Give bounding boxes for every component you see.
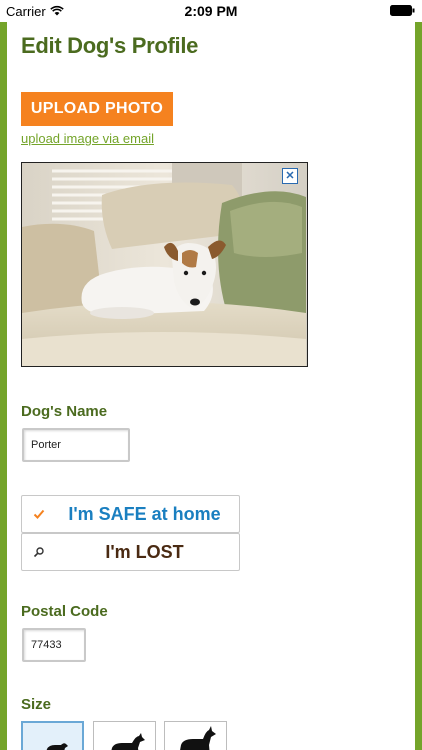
small-dog-icon xyxy=(46,743,68,750)
dog-name-label: Dog's Name xyxy=(21,403,108,420)
lost-label: I'm LOST xyxy=(105,541,184,562)
upload-photo-button[interactable]: UPLOAD PHOTO xyxy=(21,92,173,126)
checkmark-icon xyxy=(33,509,45,519)
dog-photo-image xyxy=(22,163,307,366)
dog-photo: ✕ xyxy=(21,162,308,367)
right-border xyxy=(415,0,422,750)
size-medium-option[interactable] xyxy=(93,721,156,750)
app-screen: Carrier 2:09 PM Edit Dog's Profile UPLOA… xyxy=(0,0,422,750)
left-border xyxy=(0,0,7,750)
lost-option[interactable]: I'm LOST xyxy=(21,533,240,571)
page-title: Edit Dog's Profile xyxy=(21,33,199,58)
clock-label: 2:09 PM xyxy=(184,3,238,19)
remove-photo-button[interactable]: ✕ xyxy=(282,168,298,184)
postal-code-label: Postal Code xyxy=(21,603,108,620)
dog-name-input[interactable]: Porter xyxy=(22,428,130,462)
size-small-option[interactable] xyxy=(21,721,84,750)
large-dog-icon xyxy=(180,726,216,750)
battery-icon xyxy=(390,5,415,16)
status-bar: Carrier 2:09 PM xyxy=(0,0,422,22)
magnifier-icon xyxy=(33,547,44,558)
size-label: Size xyxy=(21,696,52,713)
safe-at-home-option[interactable]: I'm SAFE at home xyxy=(21,495,240,533)
medium-dog-icon xyxy=(111,733,145,750)
upload-via-email-link[interactable]: upload image via email xyxy=(21,131,154,146)
postal-code-input[interactable]: 77433 xyxy=(22,628,86,662)
size-large-option[interactable] xyxy=(164,721,227,750)
safe-at-home-label: I'm SAFE at home xyxy=(68,503,221,524)
